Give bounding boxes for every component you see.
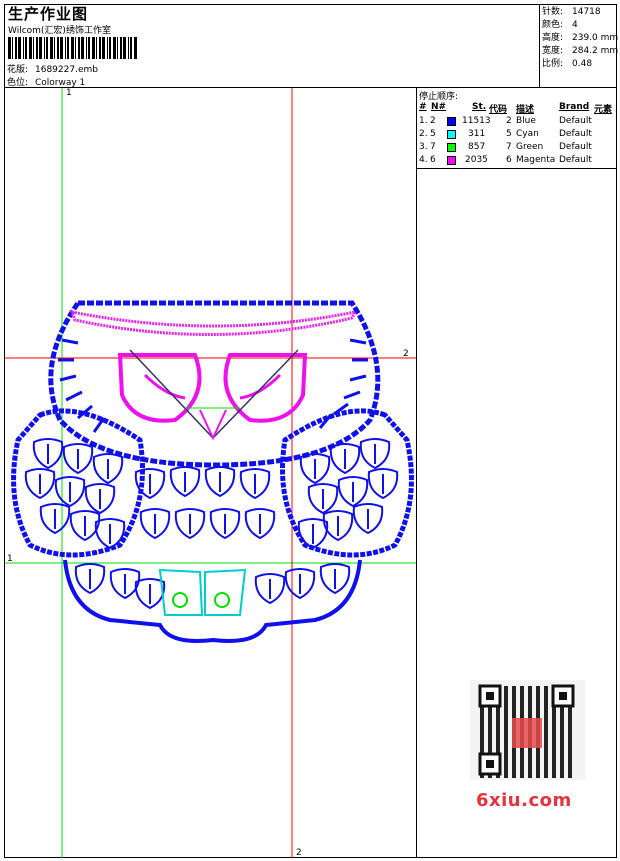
owl-head-outline — [48, 300, 381, 468]
guide-label-green-left: 1 — [7, 554, 13, 564]
owl-feathers — [24, 438, 399, 610]
owl-design — [11, 300, 414, 643]
guide-label-green-top: 1 — [66, 88, 72, 98]
guide-label-red-bottom: 2 — [296, 848, 302, 858]
seal-stamp — [512, 718, 542, 748]
watermark-brand: 6xiu.com — [476, 790, 572, 811]
owl-right-foot — [204, 568, 247, 616]
owl-beak — [129, 349, 299, 440]
guide-label-red-right: 2 — [403, 349, 409, 359]
owl-brow-band — [69, 309, 358, 337]
